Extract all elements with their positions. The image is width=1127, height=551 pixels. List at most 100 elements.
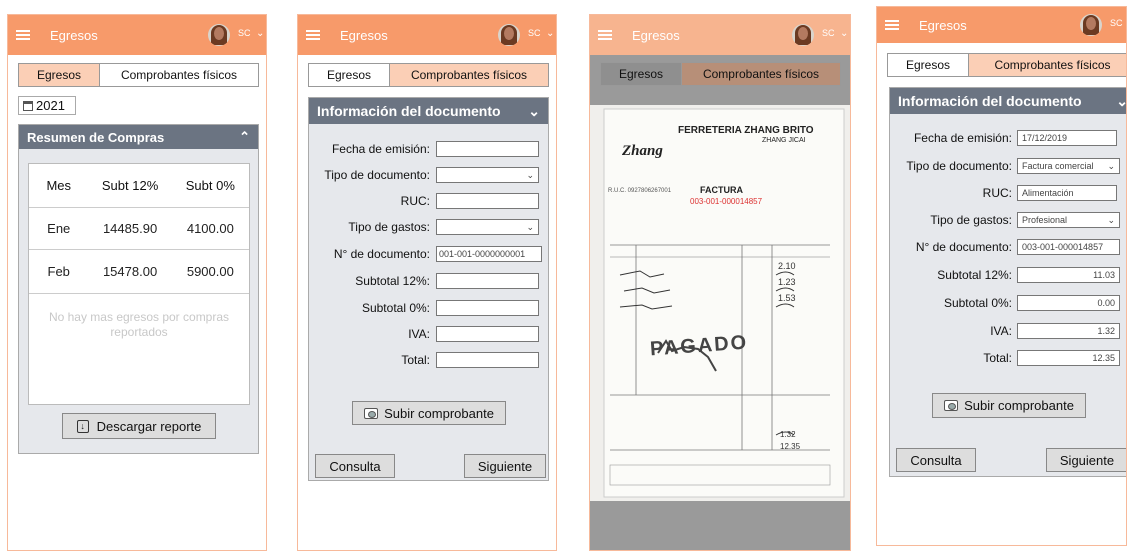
field-subtotal0: Subtotal 0%: 0.00: [890, 295, 1120, 311]
tipo-doc-label: Tipo de documento:: [906, 159, 1012, 173]
chevron-down-icon[interactable]: ⌄: [840, 28, 848, 39]
document-info-header[interactable]: Información del documento ⌄: [309, 98, 548, 124]
camera-preview[interactable]: FERRETERIA ZHANG BRITO ZHANG JICAI Zhang…: [590, 105, 850, 501]
subtotal12-label: Subtotal 12%:: [937, 268, 1012, 282]
app-bar: Egresos SC ⌄: [298, 15, 556, 55]
menu-icon[interactable]: [16, 29, 34, 41]
camera-icon: [364, 407, 379, 419]
tab-egresos[interactable]: Egresos: [19, 64, 99, 86]
fecha-input[interactable]: [436, 141, 539, 157]
tab-egresos[interactable]: Egresos: [601, 63, 681, 85]
avatar[interactable]: [208, 24, 230, 46]
field-fecha: Fecha de emisión:: [309, 141, 539, 157]
ruc-input[interactable]: [436, 193, 539, 209]
ruc-input[interactable]: Alimentación: [1017, 185, 1117, 201]
receipt-ruc: R.U.C. 0927806267001: [608, 188, 672, 194]
year-value: 2021: [36, 98, 65, 113]
tab-comprobantes-fisicos[interactable]: Comprobantes físicos: [389, 64, 548, 86]
iva-input[interactable]: [436, 326, 539, 342]
menu-icon[interactable]: [885, 19, 903, 31]
avatar[interactable]: [792, 24, 814, 46]
fecha-input[interactable]: 17/12/2019: [1017, 130, 1117, 146]
avatar[interactable]: [498, 24, 520, 46]
camera-icon: [944, 400, 959, 411]
chevron-down-icon[interactable]: ⌄: [1116, 93, 1126, 110]
user-initials[interactable]: SC: [238, 28, 251, 38]
table-row[interactable]: Feb 15478.00 5900.00: [29, 250, 249, 294]
tab-comprobantes-fisicos[interactable]: Comprobantes físicos: [99, 64, 258, 86]
tipo-gastos-select[interactable]: Profesional ⌄: [1017, 212, 1120, 228]
chevron-down-icon[interactable]: ⌄: [546, 28, 554, 39]
num-doc-input[interactable]: 001-001-0000000001: [436, 246, 542, 262]
screen-camera-capture: Egresos SC ⌄ Egresos Comprobantes físico…: [589, 14, 851, 551]
menu-icon[interactable]: [598, 29, 616, 41]
subtotal12-input[interactable]: [436, 273, 539, 289]
menu-icon[interactable]: [306, 29, 324, 41]
table-row[interactable]: Ene 14485.90 4100.00: [29, 208, 249, 250]
tipo-gastos-label: Tipo de gastos:: [348, 220, 430, 234]
subtotal12-label: Subtotal 12%:: [355, 274, 430, 288]
total-input[interactable]: [436, 352, 539, 368]
tab-egresos[interactable]: Egresos: [309, 64, 389, 86]
subtotal12-input[interactable]: 11.03: [1017, 267, 1120, 283]
tipo-doc-select[interactable]: ⌄: [436, 167, 539, 183]
subtotal0-input[interactable]: [436, 300, 539, 316]
cell-mes: Ene: [47, 221, 71, 236]
subtotal0-input[interactable]: 0.00: [1017, 295, 1120, 311]
tab-comprobantes-fisicos[interactable]: Comprobantes físicos: [968, 54, 1126, 76]
receipt-owner: ZHANG JICAI: [762, 137, 806, 144]
receipt-store-name: FERRETERIA ZHANG BRITO: [678, 125, 814, 136]
document-info-panel: Información del documento ⌄ Fecha de emi…: [308, 97, 549, 481]
resumen-header[interactable]: Resumen de Compras ⌃: [19, 125, 258, 149]
tipo-gastos-select[interactable]: ⌄: [436, 219, 539, 235]
upload-button[interactable]: Subir comprobante: [932, 393, 1086, 418]
document-info-header[interactable]: Información del documento ⌄: [890, 88, 1126, 114]
field-tipo-doc: Tipo de documento: ⌄: [309, 167, 539, 183]
iva-input[interactable]: 1.32: [1017, 323, 1120, 339]
tab-comprobantes-fisicos[interactable]: Comprobantes físicos: [681, 63, 840, 85]
app-title: Egresos: [632, 27, 680, 43]
receipt-doc-type: FACTURA: [700, 185, 743, 195]
field-num-doc: N° de documento: 003-001-000014857: [890, 239, 1120, 255]
siguiente-button[interactable]: Siguiente: [1046, 448, 1126, 472]
field-ruc: RUC:: [309, 193, 539, 209]
avatar[interactable]: [1080, 14, 1102, 36]
chevron-up-icon[interactable]: ⌃: [239, 129, 250, 145]
total-input[interactable]: 12.35: [1017, 350, 1120, 366]
app-title: Egresos: [919, 17, 967, 33]
field-iva: IVA:: [309, 326, 539, 342]
consulta-button[interactable]: Consulta: [896, 448, 976, 472]
field-iva: IVA: 1.32: [890, 323, 1120, 339]
field-ruc: RUC: Alimentación: [890, 185, 1117, 201]
screen-comprobante-vacio: Egresos SC ⌄ Egresos Comprobantes físico…: [297, 14, 557, 551]
table-header: Mes Subt 12% Subt 0%: [29, 164, 249, 208]
field-total: Total:: [309, 352, 539, 368]
tipo-gastos-value: Profesional: [1022, 215, 1068, 225]
num-doc-input[interactable]: 003-001-000014857: [1017, 239, 1120, 255]
tab-egresos[interactable]: Egresos: [888, 54, 968, 76]
cell-subt0: 4100.00: [186, 221, 234, 236]
user-initials[interactable]: SC: [528, 28, 541, 38]
receipt-iva-value: 1.32: [780, 430, 796, 439]
receipt-line-value: 2.10: [778, 261, 796, 271]
year-selector[interactable]: 2021: [18, 96, 76, 115]
receipt-line-value: 1.53: [778, 293, 796, 303]
download-report-button[interactable]: ↓ Descargar reporte: [62, 413, 216, 439]
document-info-title: Información del documento: [317, 103, 501, 119]
tipo-doc-value: Factura comercial: [1022, 161, 1094, 171]
document-info-panel: Información del documento ⌄ Fecha de emi…: [889, 87, 1126, 477]
chevron-down-icon[interactable]: ⌄: [528, 103, 540, 120]
siguiente-button[interactable]: Siguiente: [464, 454, 546, 478]
upload-button[interactable]: Subir comprobante: [352, 401, 506, 425]
tab-bar: Egresos Comprobantes físicos: [18, 63, 259, 87]
user-initials[interactable]: SC: [822, 28, 835, 38]
field-subtotal0: Subtotal 0%:: [309, 300, 539, 316]
app-title: Egresos: [50, 27, 98, 43]
field-tipo-doc: Tipo de documento: Factura comercial ⌄: [890, 158, 1120, 174]
consulta-button[interactable]: Consulta: [315, 454, 395, 478]
upload-label: Subir comprobante: [384, 405, 494, 421]
tipo-doc-select[interactable]: Factura comercial ⌄: [1017, 158, 1120, 174]
app-bar: Egresos SC ⌄: [8, 15, 266, 55]
chevron-down-icon[interactable]: ⌄: [256, 28, 264, 39]
user-initials[interactable]: SC: [1110, 18, 1123, 28]
